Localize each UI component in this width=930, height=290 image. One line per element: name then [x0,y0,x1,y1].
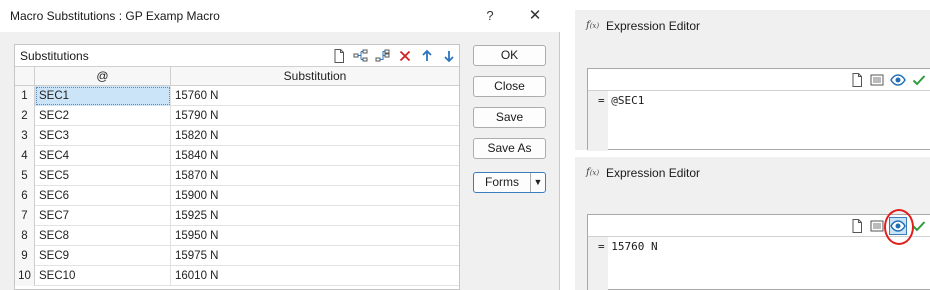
expression-editor-area: = 15760 N [587,214,930,290]
move-down-icon[interactable] [441,48,457,64]
table-row: 5 SEC5 15870 N [15,166,459,186]
row-number[interactable]: 2 [15,106,35,126]
key-cell[interactable]: SEC9 [35,246,171,266]
key-cell[interactable]: SEC7 [35,206,171,226]
value-cell[interactable]: 15790 N [171,106,459,126]
macro-substitutions-dialog: Macro Substitutions : GP Examp Macro ? ✕… [0,0,560,290]
key-cell[interactable]: SEC5 [35,166,171,186]
row-number[interactable]: 3 [15,126,35,146]
column-header-row: @ Substitution [15,67,459,86]
function-icon: f(x) [586,20,600,31]
table-row: 3 SEC3 15820 N [15,126,459,146]
value-cell[interactable]: 15820 N [171,126,459,146]
help-button[interactable]: ? [478,4,502,28]
eye-icon[interactable] [890,72,906,88]
expression-text[interactable]: = @SEC1 [598,94,644,107]
new-icon[interactable] [849,218,865,234]
row-number[interactable]: 5 [15,166,35,186]
column-header-substitution[interactable]: Substitution [171,67,459,86]
grid-rows: 1 SEC1 15760 N 2 SEC2 15790 N 3 SEC3 15820 N 4… [15,86,459,286]
row-number[interactable]: 7 [15,206,35,226]
row-number[interactable]: 1 [15,86,35,106]
grid-title: Substitutions [20,49,89,63]
substitutions-grid: Substitutions @ Substitution 1 SEC1 1576… [14,44,460,290]
expression-editor-panel: f(x) Expression Editor = @SEC1 [575,10,930,151]
dialog-title: Macro Substitutions : GP Examp Macro [10,9,220,23]
key-cell[interactable]: SEC2 [35,106,171,126]
table-row: 9 SEC9 15975 N [15,246,459,266]
column-header-at[interactable]: @ [35,67,171,86]
key-cell[interactable]: SEC4 [35,146,171,166]
new-icon[interactable] [331,48,347,64]
close-button[interactable]: Close [473,76,546,97]
row-number[interactable]: 9 [15,246,35,266]
row-number[interactable]: 4 [15,146,35,166]
check-icon[interactable] [911,72,927,88]
table-row: 4 SEC4 15840 N [15,146,459,166]
dialog-title-bar: Macro Substitutions : GP Examp Macro ? ✕ [0,0,560,32]
value-cell[interactable]: 15900 N [171,186,459,206]
expression-editor-panel: f(x) Expression Editor = 15760 N [575,157,930,290]
expression-editor-header: f(x) Expression Editor [575,157,930,191]
expression-text[interactable]: = 15760 N [598,240,658,253]
expression-editor-header: f(x) Expression Editor [575,10,930,44]
list-icon[interactable] [869,72,885,88]
value-cell[interactable]: 15760 N [171,86,459,106]
delete-icon[interactable] [397,48,413,64]
table-row: 10 SEC10 16010 N [15,266,459,286]
forms-button-label[interactable]: Forms [474,173,530,192]
value-cell[interactable]: 15975 N [171,246,459,266]
table-row: 2 SEC2 15790 N [15,106,459,126]
highlight-circle [884,209,914,245]
ok-button[interactable]: OK [473,45,546,66]
expression-toolbar [588,69,930,91]
header-corner [15,67,35,86]
save-as-button[interactable]: Save As [473,138,546,159]
value-cell[interactable]: 15840 N [171,146,459,166]
expression-editor-area: = @SEC1 [587,68,930,151]
table-row: 8 SEC8 15950 N [15,226,459,246]
new-icon[interactable] [849,72,865,88]
grid-toolbar: Substitutions [15,45,459,67]
function-icon: f(x) [586,167,600,178]
key-cell[interactable]: SEC6 [35,186,171,206]
forms-button[interactable]: Forms ▼ [473,172,546,193]
value-cell[interactable]: 16010 N [171,266,459,286]
key-cell[interactable]: SEC8 [35,226,171,246]
insert-after-icon[interactable] [375,48,391,64]
expression-editor-title: Expression Editor [606,166,701,180]
value-cell[interactable]: 15950 N [171,226,459,246]
close-window-button[interactable]: ✕ [520,4,550,28]
table-row: 6 SEC6 15900 N [15,186,459,206]
move-up-icon[interactable] [419,48,435,64]
table-row: 7 SEC7 15925 N [15,206,459,226]
row-number[interactable]: 10 [15,266,35,286]
save-button[interactable]: Save [473,107,546,128]
value-cell[interactable]: 15870 N [171,166,459,186]
key-cell[interactable]: SEC1 [35,86,171,106]
row-number[interactable]: 8 [15,226,35,246]
insert-row-icon[interactable] [353,48,369,64]
row-number[interactable]: 6 [15,186,35,206]
key-cell[interactable]: SEC3 [35,126,171,146]
chevron-down-icon[interactable]: ▼ [530,173,545,192]
list-icon[interactable] [869,218,885,234]
expression-toolbar [588,215,930,237]
value-cell[interactable]: 15925 N [171,206,459,226]
expression-editor-title: Expression Editor [606,19,701,33]
key-cell[interactable]: SEC10 [35,266,171,286]
table-row: 1 SEC1 15760 N [15,86,459,106]
